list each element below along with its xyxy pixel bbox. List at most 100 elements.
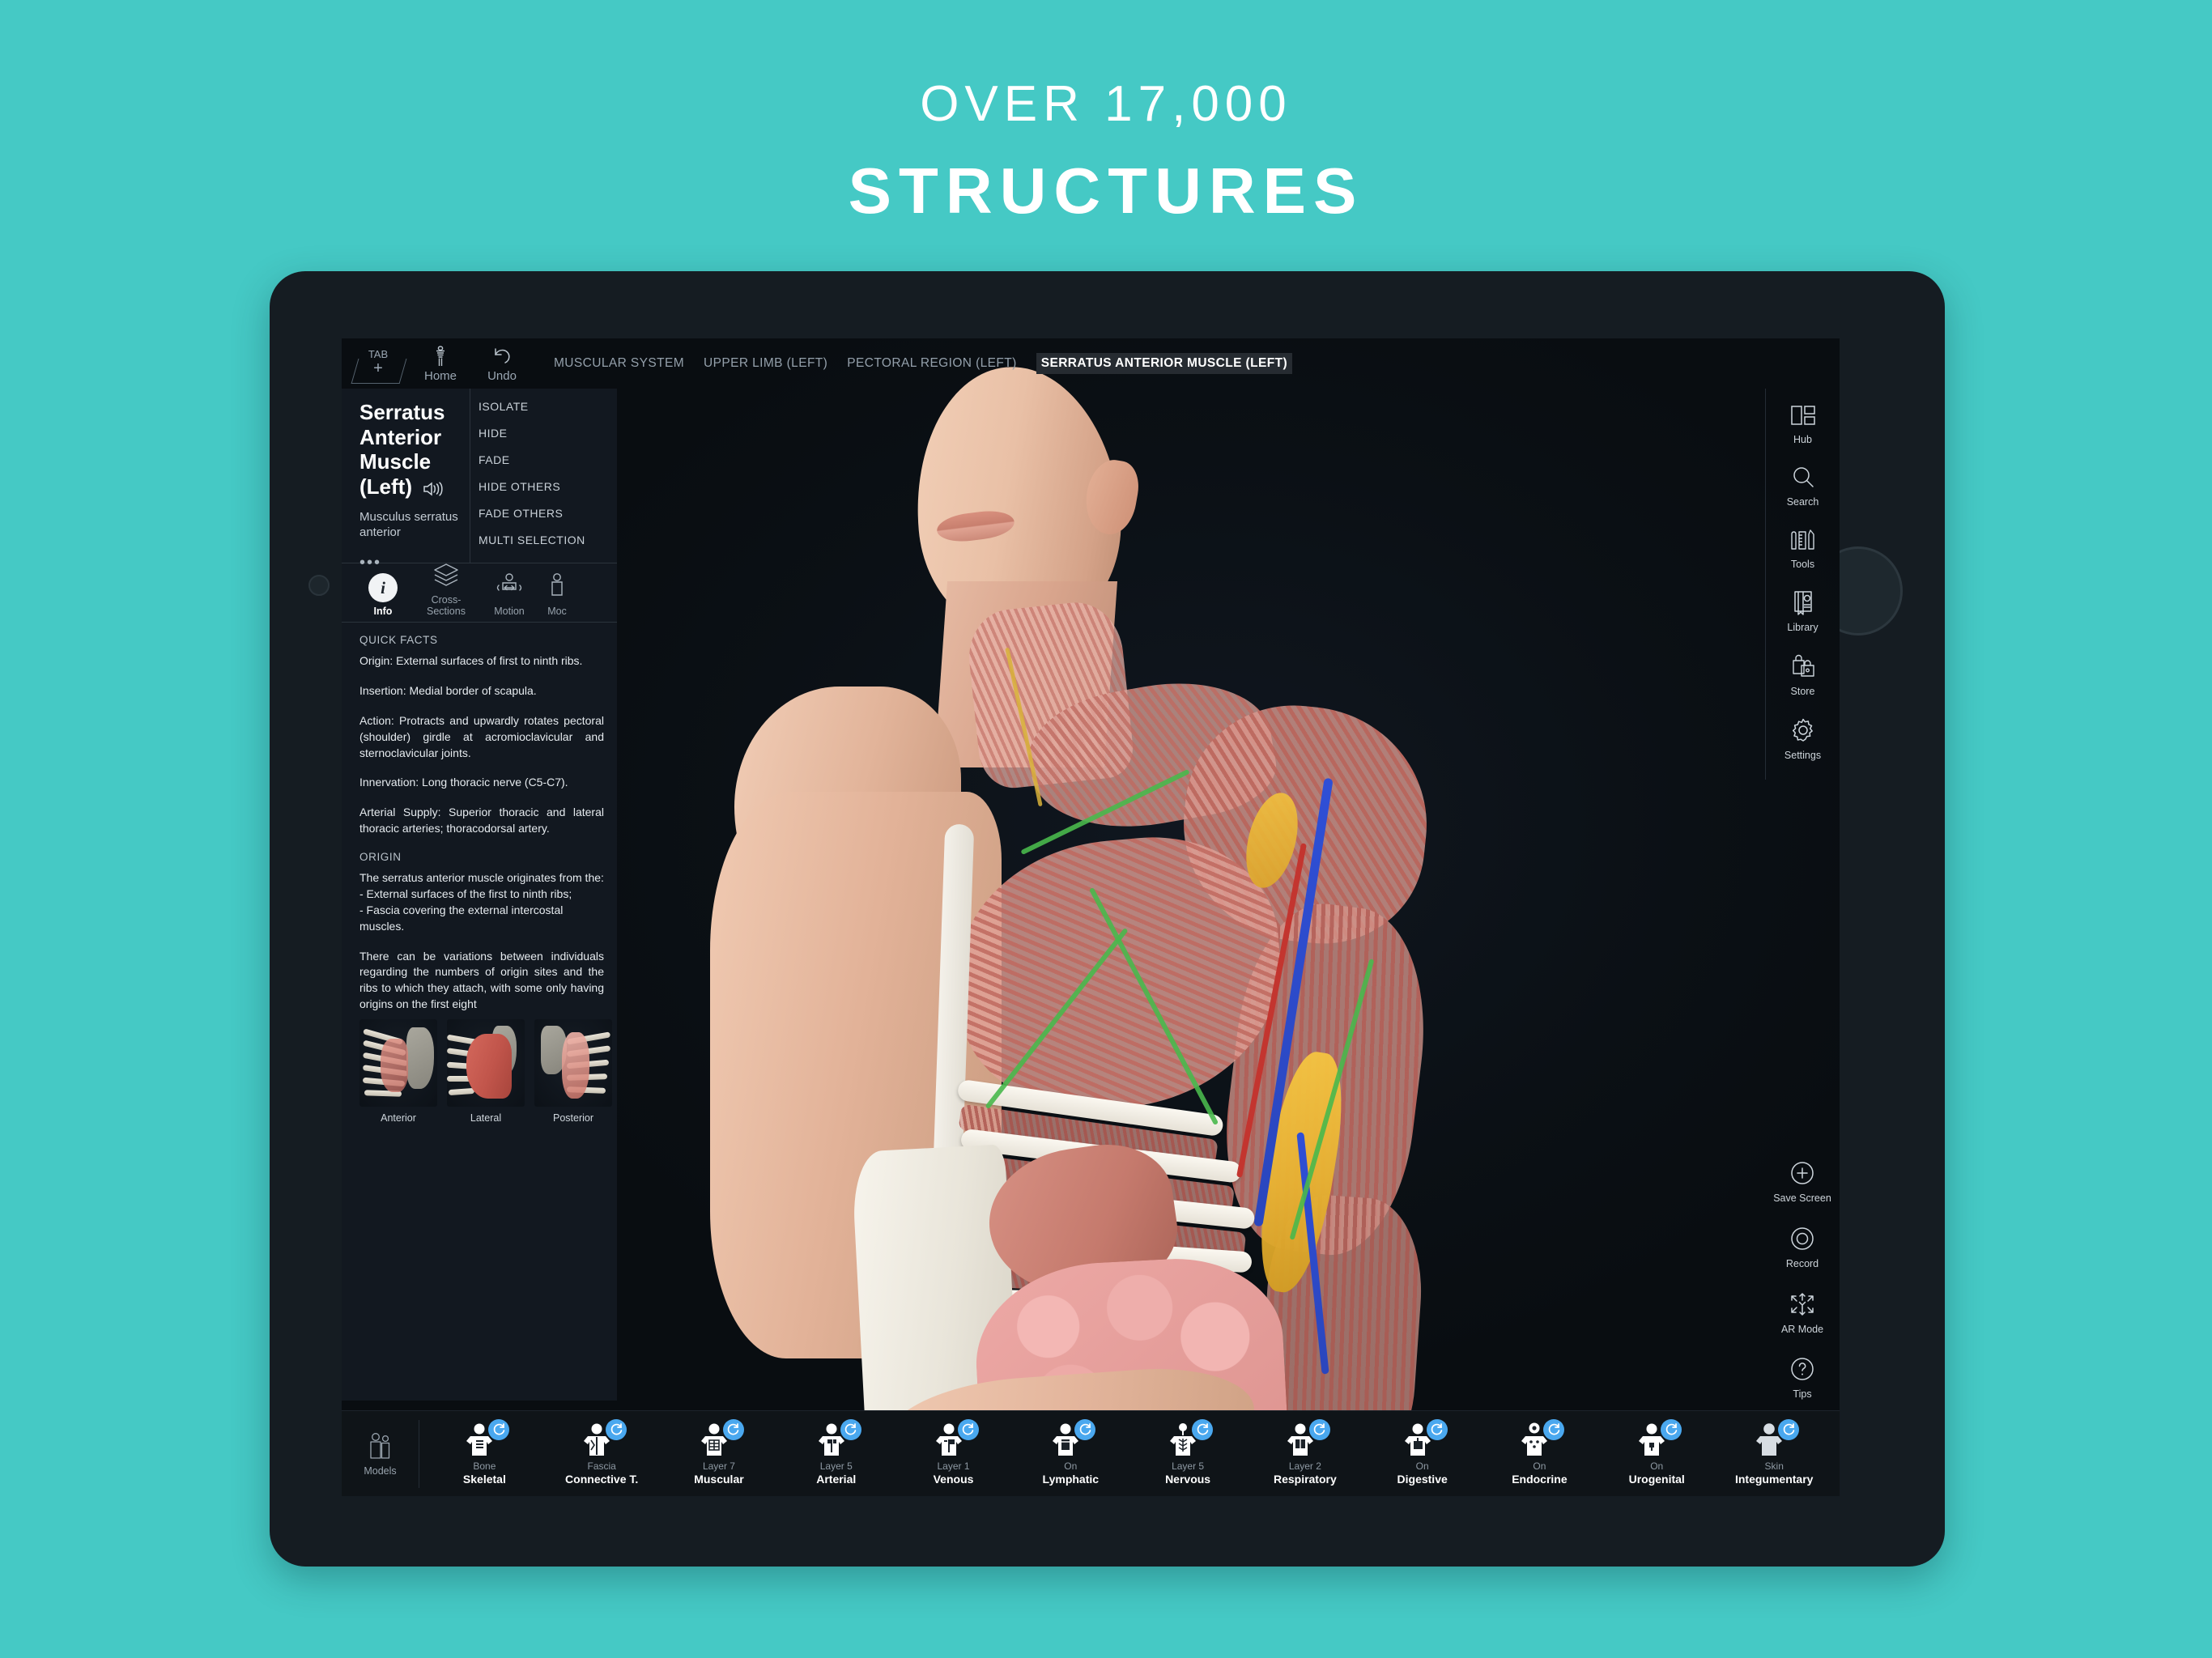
search-button[interactable]: Search bbox=[1766, 466, 1840, 508]
new-tab-plus-icon: + bbox=[373, 359, 383, 377]
quick-fact-action: Action: Protracts and upwardly rotates p… bbox=[359, 713, 604, 759]
system-name-endocrine: Endocrine bbox=[1512, 1472, 1568, 1486]
quick-fact-innervation: Innervation: Long thoracic nerve (C5-C7)… bbox=[359, 776, 568, 789]
headline-top-text: OVER 17,000 bbox=[920, 76, 1292, 132]
undo-arrow-icon bbox=[490, 345, 514, 368]
tab-cross-sections[interactable]: Cross-Sections bbox=[415, 561, 478, 617]
layers-icon bbox=[432, 561, 461, 591]
system-toggle-arterial[interactable]: Layer 5 Arterial bbox=[798, 1418, 875, 1486]
front-camera bbox=[308, 575, 330, 596]
action-isolate[interactable]: ISOLATE bbox=[479, 400, 617, 413]
lymphatic-icon bbox=[1049, 1418, 1096, 1458]
thumbnail-lateral[interactable]: Lateral bbox=[447, 1019, 525, 1124]
system-toggle-nervous[interactable]: Layer 5 Nervous bbox=[1149, 1418, 1227, 1486]
integumentary-icon bbox=[1753, 1418, 1800, 1458]
system-toggle-skeletal[interactable]: Bone Skeletal bbox=[445, 1418, 523, 1486]
panel-content-scroll[interactable]: QUICK FACTS Origin: External surfaces of… bbox=[342, 623, 617, 1400]
system-state-connective: Fascia bbox=[587, 1460, 616, 1472]
tools-label: Tools bbox=[1790, 558, 1815, 570]
venous-icon bbox=[933, 1418, 979, 1458]
tab-info[interactable]: i Info bbox=[351, 573, 415, 617]
origin-paragraph-2: There can be variations between individu… bbox=[359, 949, 604, 1011]
headline-block: OVER 17,000 STRUCTURES bbox=[0, 0, 2212, 267]
breadcrumb-item-1[interactable]: UPPER LIMB (LEFT) bbox=[704, 356, 827, 371]
undo-label: Undo bbox=[487, 368, 517, 383]
nervous-icon bbox=[1167, 1418, 1214, 1458]
plus-circle-icon bbox=[1789, 1160, 1815, 1188]
thumbnail-anterior-caption: Anterior bbox=[381, 1112, 416, 1124]
sync-badge-icon bbox=[840, 1418, 861, 1440]
system-toggle-muscular[interactable]: Layer 7 Muscular bbox=[680, 1418, 758, 1486]
quick-fact-insertion: Insertion: Medial border of scapula. bbox=[359, 683, 537, 697]
models-button[interactable]: Models bbox=[342, 1419, 419, 1488]
system-toggle-respiratory[interactable]: Layer 2 Respiratory bbox=[1266, 1418, 1344, 1486]
action-multi-selection[interactable]: MULTI SELECTION bbox=[479, 534, 617, 546]
thumbnail-posterior-image bbox=[534, 1019, 612, 1107]
motion-icon bbox=[494, 572, 525, 602]
settings-button[interactable]: Settings bbox=[1766, 717, 1840, 762]
ar-mode-button[interactable]: AR Mode bbox=[1765, 1291, 1840, 1336]
tools-icon bbox=[1789, 528, 1818, 555]
system-toggle-urogenital[interactable]: On Urogenital bbox=[1618, 1418, 1695, 1486]
system-toggle-venous[interactable]: Layer 1 Venous bbox=[915, 1418, 993, 1486]
action-hide[interactable]: HIDE bbox=[479, 427, 617, 440]
system-state-urogenital: On bbox=[1650, 1460, 1664, 1472]
view-thumbnails: Anterior Lateral Posterior bbox=[359, 1019, 612, 1124]
breadcrumb-item-2[interactable]: PECTORAL REGION (LEFT) bbox=[847, 356, 1016, 371]
models-label: Models bbox=[364, 1465, 397, 1477]
store-button[interactable]: Store bbox=[1766, 653, 1840, 698]
thumbnail-anterior[interactable]: Anterior bbox=[359, 1019, 437, 1124]
muscular-icon bbox=[698, 1418, 744, 1458]
sync-badge-icon bbox=[1074, 1418, 1096, 1440]
structure-title: Serratus Anterior Muscle (Left) bbox=[359, 400, 462, 503]
system-toggle-digestive[interactable]: On Digestive bbox=[1384, 1418, 1461, 1486]
thumbnail-posterior[interactable]: Posterior bbox=[534, 1019, 612, 1124]
anatomy-model[interactable] bbox=[536, 338, 1508, 1496]
system-toggle-endocrine[interactable]: On Endocrine bbox=[1500, 1418, 1578, 1486]
system-toggle-integumentary[interactable]: Skin Integumentary bbox=[1734, 1418, 1814, 1486]
breadcrumb-item-3-active[interactable]: SERRATUS ANTERIOR MUSCLE (LEFT) bbox=[1036, 353, 1293, 374]
endocrine-icon bbox=[1518, 1418, 1565, 1458]
models-icon bbox=[364, 1431, 398, 1463]
thumbnail-anterior-image bbox=[359, 1019, 437, 1107]
system-state-endocrine: On bbox=[1533, 1460, 1546, 1472]
system-state-venous: Layer 1 bbox=[937, 1460, 970, 1472]
app-topbar: TAB + Home Undo MUSCULAR SYSTEM UPPER LI… bbox=[342, 338, 1840, 389]
undo-button[interactable]: Undo bbox=[471, 345, 533, 383]
tab-model[interactable]: Moc bbox=[541, 572, 573, 617]
system-state-skeletal: Bone bbox=[473, 1460, 496, 1472]
system-name-integumentary: Integumentary bbox=[1734, 1472, 1814, 1486]
arterial-icon bbox=[815, 1418, 861, 1458]
skeletal-icon bbox=[463, 1418, 510, 1458]
system-toggle-lymphatic[interactable]: On Lymphatic bbox=[1032, 1418, 1109, 1486]
tips-rail-button[interactable]: Tips bbox=[1765, 1356, 1840, 1401]
tools-button[interactable]: Tools bbox=[1766, 528, 1840, 571]
gear-icon bbox=[1789, 717, 1817, 746]
question-circle-icon bbox=[1789, 1356, 1815, 1384]
tab-info-label: Info bbox=[373, 606, 393, 617]
library-icon bbox=[1790, 589, 1816, 618]
sync-badge-icon bbox=[488, 1418, 510, 1440]
tab-motion[interactable]: Motion bbox=[478, 572, 541, 617]
panel-title-column: Serratus Anterior Muscle (Left) Musculus… bbox=[342, 389, 470, 572]
save-screen-button[interactable]: Save Screen bbox=[1765, 1160, 1840, 1205]
respiratory-icon bbox=[1284, 1418, 1330, 1458]
connective-icon bbox=[581, 1418, 627, 1458]
home-nav-button[interactable]: Home bbox=[410, 345, 471, 383]
action-fade[interactable]: FADE bbox=[479, 453, 617, 466]
action-hide-others[interactable]: HIDE OTHERS bbox=[479, 480, 617, 493]
system-toggle-connective[interactable]: Fascia Connective T. bbox=[563, 1418, 640, 1486]
hub-button[interactable]: Hub bbox=[1766, 403, 1840, 446]
sync-badge-icon bbox=[1543, 1418, 1565, 1440]
library-button[interactable]: Library bbox=[1766, 589, 1840, 634]
library-label: Library bbox=[1787, 622, 1819, 634]
action-fade-others[interactable]: FADE OTHERS bbox=[479, 507, 617, 520]
new-tab-button[interactable]: TAB + bbox=[353, 343, 403, 384]
tablet-device-frame: TAB + Home Undo MUSCULAR SYSTEM UPPER LI… bbox=[270, 271, 1945, 1567]
speaker-icon[interactable] bbox=[423, 478, 444, 503]
hub-icon bbox=[1789, 403, 1817, 430]
record-button[interactable]: Record bbox=[1765, 1226, 1840, 1270]
system-name-venous: Venous bbox=[933, 1472, 974, 1486]
store-icon bbox=[1789, 653, 1817, 682]
breadcrumb-item-0[interactable]: MUSCULAR SYSTEM bbox=[554, 356, 684, 371]
